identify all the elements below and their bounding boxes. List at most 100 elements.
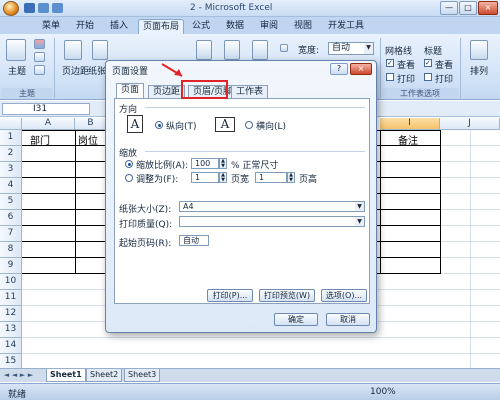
- tab-sheet[interactable]: 工作表: [231, 85, 269, 98]
- headings-label: 标题: [424, 47, 443, 57]
- row-header[interactable]: 1: [0, 130, 22, 146]
- fit-wide-input[interactable]: 1: [191, 172, 219, 183]
- theme-effects-icon[interactable]: [34, 65, 45, 75]
- ok-button[interactable]: 确定: [274, 313, 318, 326]
- select-all-corner[interactable]: [0, 118, 22, 130]
- zoom-level[interactable]: 100%: [370, 387, 396, 397]
- scaling-section-label: 缩放: [119, 149, 138, 159]
- tab-data[interactable]: 数据: [222, 19, 248, 34]
- row-header[interactable]: 2: [0, 146, 22, 162]
- tab-margins[interactable]: 页边距: [148, 85, 186, 98]
- first-page-input[interactable]: 自动: [179, 235, 209, 246]
- sheet-tab-2[interactable]: Sheet2: [86, 369, 123, 382]
- breaks-icon[interactable]: [252, 40, 268, 60]
- theme-fonts-icon[interactable]: [34, 52, 45, 62]
- tab-review[interactable]: 审阅: [256, 19, 282, 34]
- gridlines-view-label: 查看: [397, 61, 416, 71]
- save-icon[interactable]: [24, 3, 35, 13]
- row-header[interactable]: 12: [0, 306, 22, 322]
- cell-i1[interactable]: 备注: [398, 132, 418, 147]
- theme-colors-icon[interactable]: [34, 39, 45, 49]
- gridlines-view-checkbox[interactable]: ✓: [386, 59, 394, 67]
- row-header[interactable]: 8: [0, 242, 22, 258]
- column-header-a[interactable]: A: [22, 118, 75, 130]
- arrange-icon[interactable]: [470, 40, 488, 60]
- tab-page-layout[interactable]: 页面布局: [138, 19, 185, 34]
- fit-wide-spinner-icon[interactable]: ▲ ▼: [219, 172, 227, 183]
- scale-input[interactable]: 100: [191, 158, 219, 169]
- paper-size-select[interactable]: A4 ▼: [179, 201, 365, 212]
- paper-size-label: 纸张大小(Z):: [119, 205, 172, 215]
- row-header[interactable]: 6: [0, 210, 22, 226]
- row-header[interactable]: 14: [0, 338, 22, 354]
- row-header[interactable]: 13: [0, 322, 22, 338]
- print-preview-button[interactable]: 打印预览(W): [259, 289, 315, 302]
- column-header-j[interactable]: J: [440, 118, 500, 130]
- row-header[interactable]: 11: [0, 290, 22, 306]
- tab-menu[interactable]: 菜单: [38, 19, 64, 34]
- cancel-button[interactable]: 取消: [326, 313, 370, 326]
- orientation-icon[interactable]: [92, 40, 108, 60]
- print-button[interactable]: 打印(P)...: [207, 289, 253, 302]
- column-header-b[interactable]: B: [75, 118, 107, 130]
- office-button-icon[interactable]: [3, 1, 19, 16]
- width-value: 自动: [332, 43, 351, 53]
- tab-view[interactable]: 视图: [290, 19, 316, 34]
- chevron-down-icon[interactable]: ▼: [355, 217, 364, 226]
- scale-spinner-icon[interactable]: ▲ ▼: [219, 158, 227, 169]
- help-button[interactable]: ?: [330, 63, 348, 75]
- headings-view-checkbox[interactable]: ✓: [424, 59, 432, 67]
- maximize-button[interactable]: □: [459, 1, 477, 15]
- background-icon[interactable]: [224, 40, 240, 60]
- title-bar: 2 - Microsoft Excel — □ ×: [0, 0, 500, 17]
- cell-a1[interactable]: 部门: [30, 132, 50, 147]
- chevron-down-icon[interactable]: ▼: [355, 202, 364, 211]
- themes-icon[interactable]: [6, 39, 26, 61]
- gridline: [22, 337, 500, 338]
- print-titles-icon[interactable]: [196, 40, 212, 60]
- fit-tall-spinner-icon[interactable]: ▲ ▼: [287, 172, 295, 183]
- row-header[interactable]: 10: [0, 274, 22, 290]
- width-icon: [280, 44, 288, 52]
- page-setup-dialog: 页面设置 ? × 页面 页边距 页眉/页脚 工作表 方向 A 纵向(T) A 横…: [105, 60, 377, 333]
- fit-tall-input[interactable]: 1: [255, 172, 287, 183]
- row-header[interactable]: 9: [0, 258, 22, 274]
- headings-print-checkbox[interactable]: [424, 73, 432, 81]
- scale-radio[interactable]: [125, 160, 133, 168]
- tab-page[interactable]: 页面: [116, 83, 145, 98]
- sheet-tab-3[interactable]: Sheet3: [124, 369, 161, 382]
- landscape-radio[interactable]: [245, 121, 253, 129]
- row-header[interactable]: 4: [0, 178, 22, 194]
- row-header[interactable]: 3: [0, 162, 22, 178]
- first-sheet-icon[interactable]: ◄: [3, 371, 10, 380]
- undo-icon[interactable]: [38, 3, 49, 13]
- name-box[interactable]: I31: [2, 103, 90, 115]
- row-header[interactable]: 7: [0, 226, 22, 242]
- cell-b1[interactable]: 岗位: [78, 132, 98, 147]
- ribbon-separator: [54, 38, 55, 98]
- prev-sheet-icon[interactable]: ◄: [11, 371, 18, 380]
- margins-icon[interactable]: [64, 40, 82, 60]
- tab-formulas[interactable]: 公式: [188, 19, 214, 34]
- width-select[interactable]: 自动 ▼: [328, 42, 374, 55]
- print-quality-select[interactable]: ▼: [179, 216, 365, 227]
- next-sheet-icon[interactable]: ►: [19, 371, 26, 380]
- tab-insert[interactable]: 插入: [106, 19, 132, 34]
- chevron-down-icon[interactable]: ▼: [364, 43, 373, 54]
- close-button[interactable]: ×: [478, 1, 498, 15]
- tab-developer[interactable]: 开发工具: [324, 19, 368, 34]
- dialog-close-button[interactable]: ×: [350, 63, 372, 75]
- last-sheet-icon[interactable]: ►: [27, 371, 34, 380]
- options-button[interactable]: 选项(O)...: [321, 289, 367, 302]
- row-header[interactable]: 5: [0, 194, 22, 210]
- sheet-tab-1[interactable]: Sheet1: [46, 369, 86, 382]
- page-tab-panel: 方向 A 纵向(T) A 横向(L) 缩放 缩放比例(A): 100 ▲ ▼ % …: [114, 98, 370, 304]
- tab-home[interactable]: 开始: [72, 19, 98, 34]
- gridlines-print-checkbox[interactable]: [386, 73, 394, 81]
- group-sheet-options-label: 工作表选项: [382, 88, 458, 99]
- fit-radio[interactable]: [125, 174, 133, 182]
- minimize-button[interactable]: —: [440, 1, 458, 15]
- redo-icon[interactable]: [52, 3, 63, 13]
- portrait-radio[interactable]: [155, 121, 163, 129]
- column-header-i[interactable]: I: [380, 118, 440, 130]
